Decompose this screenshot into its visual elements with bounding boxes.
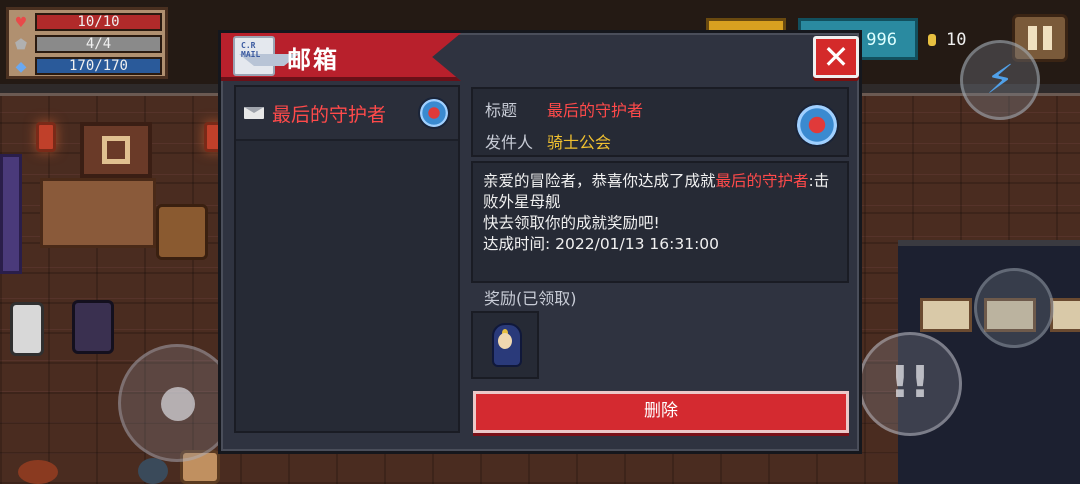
mail-list: 最后的守护者 (234, 85, 460, 433)
barrel (138, 458, 168, 484)
weapon-swap-button[interactable] (974, 268, 1054, 348)
diamond-icon: ◆ (15, 59, 27, 75)
reward-label: 奖励(已领取) (484, 289, 577, 308)
mail-logo-icon: C.R MAIL (233, 36, 299, 76)
title-label: 标题 (485, 101, 518, 120)
reward-slot[interactable] (471, 311, 539, 379)
shop-desk (40, 178, 156, 248)
mail-body-line-1: 亲爱的冒险者，恭喜你达成了成就最后的守护者:击败外星母舰 (483, 172, 830, 211)
wall-panel (1050, 298, 1080, 332)
npc-robot (10, 302, 44, 356)
coin-icon (928, 34, 936, 46)
attack-button[interactable]: !! (858, 332, 962, 436)
coin-counter: 10 (928, 26, 966, 54)
mail-logo-text: C.R MAIL (241, 41, 261, 59)
hp-bar: 10/10 (35, 13, 162, 31)
shop-sign (80, 122, 152, 178)
shield-icon: ⬟ (14, 37, 28, 53)
close-button[interactable]: ✕ (813, 36, 859, 78)
npc-merchant (156, 204, 208, 260)
lightning-icon: ⚡ (985, 57, 1015, 103)
sender-value: 骑士公会 (547, 133, 612, 152)
heart-icon: ♥ (14, 15, 28, 31)
hp-row: ♥ 10/10 (15, 13, 162, 33)
armor-row: ⬟ 4/4 (15, 35, 162, 55)
achievement-badge-icon (795, 103, 839, 147)
vending-machine (0, 154, 22, 274)
attack-icon: !! (889, 357, 931, 408)
close-icon: ✕ (822, 38, 850, 76)
player-stats-panel: ♥ 10/10 ⬟ 4/4 ◆ 170/170 (6, 7, 168, 79)
skin-avatar-icon (488, 323, 522, 367)
energy-row: ◆ 170/170 (16, 57, 162, 77)
list-item[interactable]: 最后的守护者 (236, 87, 458, 141)
gem-count: 996 (866, 30, 897, 50)
mail-body-line-3: 达成时间: 2022/01/13 16:31:00 (483, 235, 720, 253)
flower-pot (18, 460, 58, 484)
pause-icon (1028, 26, 1037, 50)
pause-icon (1043, 26, 1052, 50)
delete-button[interactable]: 删除 (473, 391, 849, 433)
mailbox-dialog: C.R MAIL 邮箱 ✕ 最后的守护者 标题 最后的守护者 发件人 骑士公会 亲… (218, 30, 862, 454)
mail-body: 亲爱的冒险者，恭喜你达成了成就最后的守护者:击败外星母舰 快去领取你的成就奖励吧… (471, 161, 849, 283)
armor-bar: 4/4 (35, 35, 162, 53)
mail-detail-header: 标题 最后的守护者 发件人 骑士公会 (471, 87, 849, 157)
npc-character (72, 300, 114, 354)
wall-panel (920, 298, 972, 332)
coin-count: 10 (946, 30, 967, 50)
lantern (36, 122, 56, 152)
mail-item-title: 最后的守护者 (272, 103, 387, 126)
mail-body-line-2: 快去领取你的成就奖励吧! (483, 214, 660, 232)
achievement-name: 最后的守护者 (715, 172, 809, 190)
energy-bar: 170/170 (35, 57, 162, 75)
mailbox-title: 邮箱 (287, 46, 339, 74)
mailbox-header: C.R MAIL 邮箱 (221, 33, 461, 81)
title-value: 最后的守护者 (547, 101, 644, 120)
sender-label: 发件人 (485, 133, 534, 152)
skill-button[interactable]: ⚡ (960, 40, 1040, 120)
achievement-badge-icon (418, 97, 450, 129)
envelope-open-icon (244, 107, 264, 119)
